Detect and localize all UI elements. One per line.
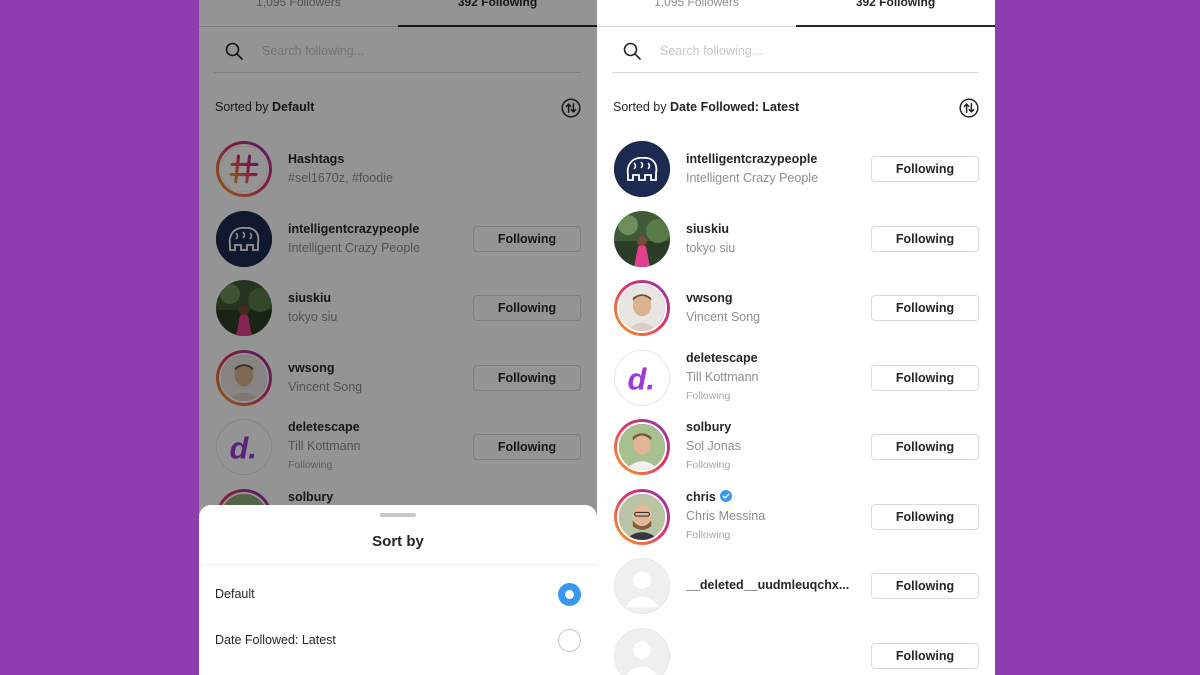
full-name: Intelligent Crazy People (686, 171, 819, 185)
following-list: intelligentcrazypeople Intelligent Crazy… (597, 134, 995, 675)
sort-toggle-icon[interactable] (959, 98, 979, 118)
list-item[interactable]: siuskiu tokyo siu Following (597, 204, 995, 274)
search-bar (612, 36, 979, 73)
sheet-title: Sort by (372, 533, 424, 550)
tab-bar: 1,095 Followers 392 Following (597, 0, 995, 27)
radio-unselected[interactable] (558, 629, 581, 652)
full-name: Chris Messina (686, 508, 766, 523)
follow-status-note: Following (686, 528, 731, 541)
following-button[interactable]: Following (871, 295, 979, 321)
following-button[interactable]: Following (871, 364, 979, 391)
username: solbury (686, 420, 732, 434)
following-button[interactable]: Following (871, 573, 979, 599)
following-button[interactable]: Following (871, 642, 979, 669)
username: vwsong (686, 291, 733, 305)
full-name: tokyo siu (686, 240, 736, 255)
profile-photo (619, 493, 665, 540)
profile-photo (614, 210, 670, 267)
sheet-drag-handle[interactable] (380, 513, 416, 517)
username: intelligentcrazypeople (686, 152, 818, 166)
search-input[interactable] (660, 40, 940, 62)
search-icon (623, 42, 641, 60)
following-button[interactable]: Following (871, 156, 979, 182)
svg-text:d.: d. (628, 361, 655, 396)
list-item[interactable]: Following (597, 621, 995, 675)
sort-option-default[interactable]: Default (199, 575, 597, 615)
list-item[interactable]: vwsong Vincent Song Following (597, 273, 995, 343)
list-item[interactable]: solbury Sol Jonas Following Following (597, 412, 995, 482)
username: siuskiu (686, 221, 730, 236)
sort-option-date-followed[interactable]: Date Followed: Latest (199, 621, 597, 661)
profile-photo (619, 285, 665, 331)
active-tab-indicator (796, 25, 995, 27)
avatar (614, 419, 670, 475)
avatar (614, 141, 670, 197)
following-button[interactable]: Following (871, 503, 979, 530)
username: chris (686, 489, 716, 504)
option-label: Date Followed: Latest (215, 633, 336, 647)
avatar (614, 210, 670, 267)
list-item[interactable]: chris Chris Messina Following Following (597, 482, 995, 552)
default-avatar-icon (615, 559, 669, 613)
avatar (614, 558, 670, 614)
username: deletescape (686, 350, 758, 365)
profile-photo (619, 424, 665, 470)
radio-selected[interactable] (558, 583, 581, 606)
following-button[interactable]: Following (871, 225, 979, 252)
d-logo-icon: d. (615, 350, 669, 405)
sorted-by-prefix: Sorted by (613, 100, 667, 114)
sort-status: Sorted by Date Followed: Latest (613, 98, 979, 118)
avatar: d. (614, 349, 670, 406)
follow-status-note: Following (686, 389, 731, 402)
follow-status-note: Following (686, 459, 731, 471)
right-phone-screen: 1,095 Followers 392 Following Sorted by … (597, 0, 995, 675)
verified-badge-icon (719, 489, 732, 502)
full-name: Vincent Song (686, 310, 761, 324)
elephant-logo-icon (614, 141, 670, 197)
username: __deleted__uudmleuqchx... (686, 578, 850, 592)
option-label: Default (215, 587, 255, 601)
full-name: Till Kottmann (686, 369, 759, 384)
sorted-by-value: Date Followed: Latest (670, 100, 800, 114)
list-item[interactable]: intelligentcrazypeople Intelligent Crazy… (597, 134, 995, 204)
list-item[interactable]: d. deletescape Till Kottmann Following F… (597, 343, 995, 413)
avatar (614, 488, 670, 545)
default-avatar-icon (615, 628, 669, 675)
tab-following[interactable]: 392 Following (796, 0, 995, 20)
avatar (614, 627, 670, 675)
avatar (614, 280, 670, 336)
list-item[interactable]: __deleted__uudmleuqchx... Following (597, 551, 995, 621)
divider (199, 564, 597, 565)
left-phone-screen: 1,095 Followers 392 Following Sorted by … (199, 0, 597, 675)
full-name: Sol Jonas (686, 439, 741, 453)
tab-followers[interactable]: 1,095 Followers (597, 0, 796, 20)
sort-by-sheet: Sort by Default Date Followed: Latest (199, 505, 597, 675)
following-button[interactable]: Following (871, 434, 979, 460)
